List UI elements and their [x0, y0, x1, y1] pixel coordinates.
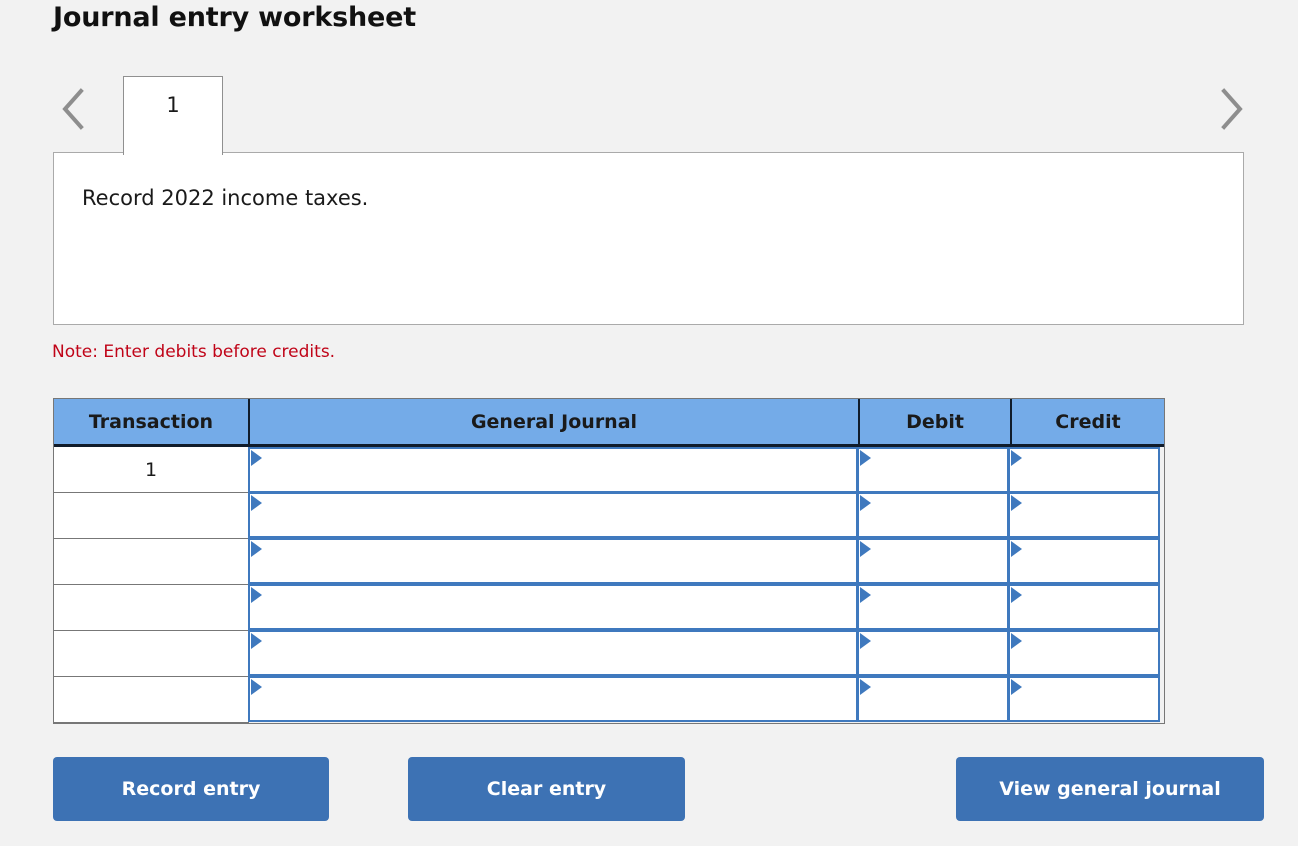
dropdown-triangle-icon	[860, 587, 871, 603]
dropdown-triangle-icon	[1011, 541, 1022, 557]
dropdown-triangle-icon	[251, 587, 262, 603]
dropdown-triangle-icon	[1011, 679, 1022, 695]
transaction-description-panel: Record 2022 income taxes.	[53, 152, 1244, 325]
dropdown-triangle-icon	[1011, 587, 1022, 603]
dropdown-triangle-icon	[860, 541, 871, 557]
general-journal-account-select[interactable]	[248, 538, 858, 584]
general-journal-account-select[interactable]	[248, 676, 858, 722]
credit-amount-input[interactable]	[1008, 492, 1160, 538]
general-journal-account-select[interactable]	[248, 492, 858, 538]
credit-amount-input[interactable]	[1008, 538, 1160, 584]
table-body: 1	[53, 447, 1164, 723]
transaction-number-cell: 1	[53, 447, 249, 493]
general-journal-account-select[interactable]	[248, 447, 858, 493]
table-row	[53, 538, 1164, 585]
journal-entry-worksheet-page: Journal entry worksheet 1 Record 2022 in…	[0, 0, 1298, 846]
credit-amount-input[interactable]	[1008, 447, 1160, 493]
worksheet-tab-label: 1	[166, 93, 180, 117]
journal-entry-table: Transaction General Journal Debit Credit…	[53, 398, 1165, 724]
tab-strip: 1	[53, 73, 1244, 155]
dropdown-triangle-icon	[860, 633, 871, 649]
dropdown-triangle-icon	[251, 679, 262, 695]
debit-amount-input[interactable]	[857, 538, 1009, 584]
column-header-general-journal: General Journal	[250, 399, 860, 444]
chevron-left-icon	[62, 88, 84, 130]
table-header-row: Transaction General Journal Debit Credit	[54, 399, 1164, 447]
dropdown-triangle-icon	[251, 450, 262, 466]
dropdown-triangle-icon	[860, 495, 871, 511]
transaction-number-cell	[53, 677, 249, 723]
page-title: Journal entry worksheet	[53, 2, 416, 33]
next-worksheet-button[interactable]	[1208, 73, 1252, 145]
table-row	[53, 584, 1164, 631]
general-journal-account-select[interactable]	[248, 630, 858, 676]
general-journal-account-select[interactable]	[248, 584, 858, 630]
table-row	[53, 492, 1164, 539]
credit-amount-input[interactable]	[1008, 676, 1160, 722]
credit-amount-input[interactable]	[1008, 630, 1160, 676]
credit-amount-input[interactable]	[1008, 584, 1160, 630]
dropdown-triangle-icon	[251, 541, 262, 557]
column-header-credit: Credit	[1055, 410, 1121, 433]
table-row	[53, 676, 1164, 723]
dropdown-triangle-icon	[860, 679, 871, 695]
dropdown-triangle-icon	[251, 495, 262, 511]
debit-amount-input[interactable]	[857, 676, 1009, 722]
transaction-number-cell	[53, 493, 249, 539]
dropdown-triangle-icon	[860, 450, 871, 466]
transaction-description-text: Record 2022 income taxes.	[82, 186, 369, 210]
worksheet-tab-1[interactable]: 1	[123, 76, 223, 155]
transaction-number-cell	[53, 631, 249, 677]
debit-amount-input[interactable]	[857, 492, 1009, 538]
view-general-journal-button[interactable]: View general journal	[956, 757, 1264, 821]
dropdown-triangle-icon	[1011, 495, 1022, 511]
dropdown-triangle-icon	[251, 633, 262, 649]
dropdown-triangle-icon	[1011, 633, 1022, 649]
debit-amount-input[interactable]	[857, 447, 1009, 493]
table-row	[53, 630, 1164, 677]
table-row: 1	[53, 447, 1164, 493]
clear-entry-button[interactable]: Clear entry	[408, 757, 685, 821]
transaction-number-cell	[53, 539, 249, 585]
record-entry-button[interactable]: Record entry	[53, 757, 329, 821]
dropdown-triangle-icon	[1011, 450, 1022, 466]
transaction-number-cell	[53, 585, 249, 631]
column-header-debit: Debit	[860, 399, 1012, 444]
chevron-right-icon	[1221, 88, 1243, 130]
previous-worksheet-button[interactable]	[53, 73, 97, 145]
debits-before-credits-note: Note: Enter debits before credits.	[52, 342, 336, 362]
debit-amount-input[interactable]	[857, 630, 1009, 676]
column-header-transaction: Transaction	[54, 399, 250, 444]
debit-amount-input[interactable]	[857, 584, 1009, 630]
